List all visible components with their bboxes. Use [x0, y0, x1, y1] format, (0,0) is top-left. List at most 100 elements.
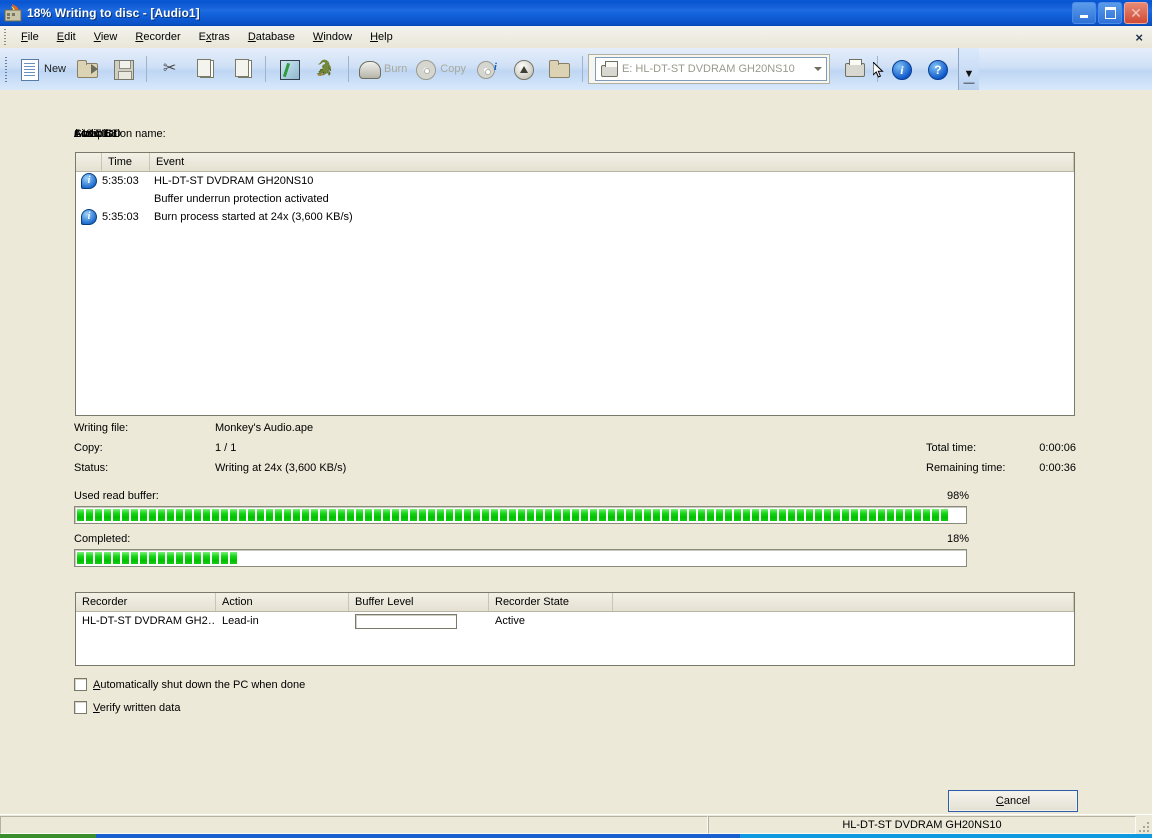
drive-selector[interactable]: E: HL-DT-ST DVDRAM GH20NS10	[587, 54, 830, 84]
menu-help[interactable]: Help	[361, 28, 402, 46]
verify-checkbox-row[interactable]: Verify written data	[74, 701, 180, 714]
event-log-header: Time Event	[76, 153, 1074, 172]
close-button[interactable]: ✕	[1124, 2, 1148, 24]
shutdown-checkbox-label: Automatically shut down the PC when done	[93, 678, 306, 691]
toolbar-separator	[146, 56, 148, 82]
clipboard-icon	[230, 57, 254, 81]
cover-designer-button[interactable]	[271, 52, 307, 86]
event-log-list[interactable]: Time Event i 5:35:03 HL-DT-ST DVDRAM GH2…	[75, 152, 1075, 416]
open-folder-button[interactable]	[541, 52, 577, 86]
info-icon: i	[76, 173, 102, 189]
nero-burning-icon	[4, 4, 22, 22]
burn-button-label: Burn	[384, 63, 408, 75]
menu-edit[interactable]: Edit	[48, 28, 85, 46]
col-recorder[interactable]: Recorder	[76, 593, 216, 611]
remaining-time-value: 0:00:36	[1039, 462, 1076, 474]
eject-icon	[511, 57, 535, 81]
disc-info-button[interactable]: i	[469, 52, 505, 86]
menu-view[interactable]: View	[85, 28, 127, 46]
paste-button[interactable]	[224, 52, 260, 86]
copy-disc-icon	[413, 57, 437, 81]
read-buffer-percent: 98%	[946, 490, 969, 502]
event-row[interactable]: i 5:35:03 Burn process started at 24x (3…	[76, 208, 1074, 226]
col-recorder-state[interactable]: Recorder State	[489, 593, 613, 611]
menu-window[interactable]: Window	[304, 28, 361, 46]
event-col-icon[interactable]	[76, 153, 102, 171]
eject-button[interactable]	[505, 52, 541, 86]
copy-label: Copy:	[74, 442, 103, 454]
window-controls: ✕	[1072, 2, 1148, 24]
help-button[interactable]: ?	[919, 52, 955, 86]
event-text: Buffer underrun protection activated	[154, 193, 329, 205]
col-action[interactable]: Action	[216, 593, 349, 611]
copy-row: Copy: 1 / 1 Total time: 0:00:06	[74, 442, 1076, 462]
copy-disc-button[interactable]: Copy	[410, 52, 469, 86]
toolbar-separator	[581, 56, 583, 82]
cut-button[interactable]: ✂	[152, 52, 188, 86]
col-spacer[interactable]	[613, 593, 1074, 611]
open-button[interactable]	[69, 52, 105, 86]
shutdown-checkbox[interactable]	[74, 678, 87, 691]
window-title: 18% Writing to disc - [Audio1]	[27, 6, 200, 20]
status-lines: Writing file: Monkey's Audio.ape Copy: 1…	[74, 422, 1076, 482]
menu-recorder[interactable]: Recorder	[126, 28, 189, 46]
completed-progressbar	[74, 549, 967, 567]
copy-button-label: Copy	[440, 63, 466, 75]
open-folder-icon	[75, 57, 99, 81]
save-button[interactable]	[105, 52, 141, 86]
total-time-value: 0:00:06	[1039, 442, 1076, 454]
recorder-device-icon	[600, 60, 618, 78]
event-col-time[interactable]: Time	[102, 153, 150, 171]
menu-file[interactable]: FFileile	[12, 28, 48, 46]
copy-value: 1 / 1	[215, 442, 237, 454]
shutdown-checkbox-row[interactable]: Automatically shut down the PC when done	[74, 678, 305, 691]
menu-extras[interactable]: Extras	[190, 28, 239, 46]
menu-database[interactable]: Database	[239, 28, 304, 46]
burn-icon	[357, 57, 382, 81]
read-buffer-progressbar	[74, 506, 967, 524]
toolbar-separator	[265, 56, 267, 82]
event-col-event[interactable]: Event	[150, 153, 1074, 171]
maximize-button[interactable]	[1098, 2, 1122, 24]
copy-clipboard-button[interactable]	[188, 52, 224, 86]
toolbar-drag-grip[interactable]	[3, 55, 10, 83]
completed-label-row: Completed: 18%	[74, 533, 1076, 549]
mouse-cursor	[873, 62, 884, 78]
read-buffer-label: Used read buffer:	[74, 490, 159, 502]
compilation-info-row: Compilation name: Audio1 Audio CD Size: …	[74, 128, 1076, 144]
about-button[interactable]: i	[883, 52, 919, 86]
event-time: 5:35:03	[102, 175, 139, 187]
remaining-time-label: Remaining time:	[926, 462, 1006, 474]
printer-button[interactable]	[836, 52, 872, 86]
nero-burning-rom-window: 18% Writing to disc - [Audio1] ✕ FFileil…	[0, 0, 1152, 838]
resize-grip-icon[interactable]	[1138, 821, 1150, 833]
cancel-button[interactable]: Cancel	[948, 790, 1078, 812]
col-buffer-level[interactable]: Buffer Level	[349, 593, 489, 611]
drive-combo-value: E: HL-DT-ST DVDRAM GH20NS10	[621, 63, 795, 75]
minimize-button[interactable]	[1072, 2, 1096, 24]
buffer-level-bar	[355, 613, 457, 629]
event-row[interactable]: Buffer underrun protection activated	[76, 190, 1074, 208]
event-text: HL-DT-ST DVDRAM GH20NS10	[154, 175, 314, 187]
recorder-table-row[interactable]: HL-DT-ST DVDRAM GH2… Lead-in Active	[76, 612, 1074, 630]
toolbar-overflow-button[interactable]: ▼ —	[957, 47, 979, 91]
burn-progress-dialog: Compilation name: Audio1 Audio CD Size: …	[0, 90, 1152, 812]
status-label: Status:	[74, 462, 109, 474]
drive-combo-box[interactable]: E: HL-DT-ST DVDRAM GH20NS10	[594, 57, 827, 81]
progress-section: Used read buffer: 98% Completed: 18%	[74, 490, 1076, 567]
drive-combo-arrow[interactable]	[810, 59, 826, 79]
event-row[interactable]: i 5:35:03 HL-DT-ST DVDRAM GH20NS10	[76, 172, 1074, 190]
total-time-label: Total time:	[926, 442, 977, 454]
burn-button[interactable]: Burn	[354, 52, 410, 86]
recorder-status-table[interactable]: Recorder Action Buffer Level Recorder St…	[75, 592, 1075, 666]
title-bar: 18% Writing to disc - [Audio1] ✕	[0, 0, 1152, 26]
status-row: Status: Writing at 24x (3,600 KB/s) Rema…	[74, 462, 1076, 482]
close-document-icon[interactable]: ×	[1135, 30, 1143, 45]
verify-checkbox-label: Verify written data	[93, 701, 181, 714]
event-log-body: i 5:35:03 HL-DT-ST DVDRAM GH20NS10 Buffe…	[76, 172, 1074, 226]
new-compilation-button[interactable]: New	[14, 52, 69, 86]
nero-express-button[interactable]: 🐊	[307, 52, 343, 86]
menu-drag-grip[interactable]	[2, 28, 9, 46]
verify-checkbox[interactable]	[74, 701, 87, 714]
status-bar-device-pane: HL-DT-ST DVDRAM GH20NS10	[708, 816, 1136, 834]
